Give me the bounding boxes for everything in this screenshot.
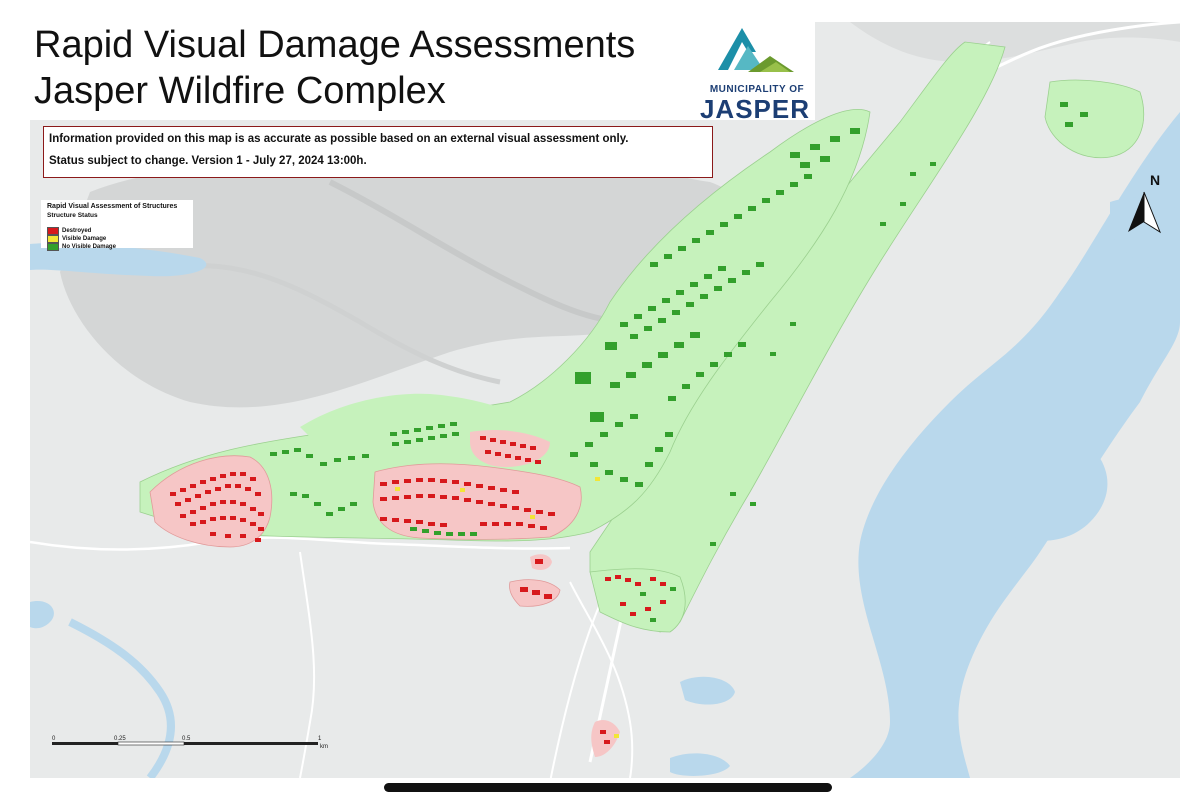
legend: Rapid Visual Assessment of Structures St… bbox=[41, 200, 193, 251]
disclaimer-line-2: Status subject to change. Version 1 - Ju… bbox=[49, 155, 367, 167]
scale-tick-025: 0.25 bbox=[114, 736, 126, 742]
legend-item-no-damage: No Visible Damage bbox=[47, 238, 116, 251]
scale-tick-0: 0 bbox=[52, 736, 56, 742]
north-arrow: N bbox=[1128, 172, 1168, 242]
map-title: Rapid Visual Damage Assessments bbox=[34, 24, 636, 66]
scale-tick-05: 0.5 bbox=[182, 736, 191, 742]
scale-tick-1: 1 bbox=[318, 736, 322, 742]
scale-bar: 0 0.25 0.5 1 km bbox=[52, 736, 342, 758]
municipality-logo: MUNICIPALITY OF JASPER bbox=[690, 22, 815, 124]
disclaimer-box: Information provided on this map is as a… bbox=[43, 126, 713, 178]
no-damage-swatch bbox=[47, 242, 59, 251]
map-frame: Rapid Visual Damage Assessments Jasper W… bbox=[30, 22, 1180, 778]
mountain-logo-icon bbox=[718, 28, 794, 72]
disclaimer-line-1: Information provided on this map is as a… bbox=[49, 133, 629, 145]
legend-title: Rapid Visual Assessment of Structures bbox=[47, 203, 178, 210]
legend-subtitle: Structure Status bbox=[47, 212, 98, 219]
legend-item-visible-damage: Visible Damage bbox=[47, 230, 106, 243]
scroll-indicator[interactable] bbox=[384, 783, 832, 792]
north-label: N bbox=[1150, 172, 1161, 188]
map-subtitle: Jasper Wildfire Complex bbox=[34, 70, 446, 112]
title-block: Rapid Visual Damage Assessments Jasper W… bbox=[30, 22, 815, 124]
scale-unit: km bbox=[320, 744, 328, 750]
legend-item-destroyed: Destroyed bbox=[47, 222, 91, 235]
logo-big-text: JASPER bbox=[699, 94, 811, 124]
